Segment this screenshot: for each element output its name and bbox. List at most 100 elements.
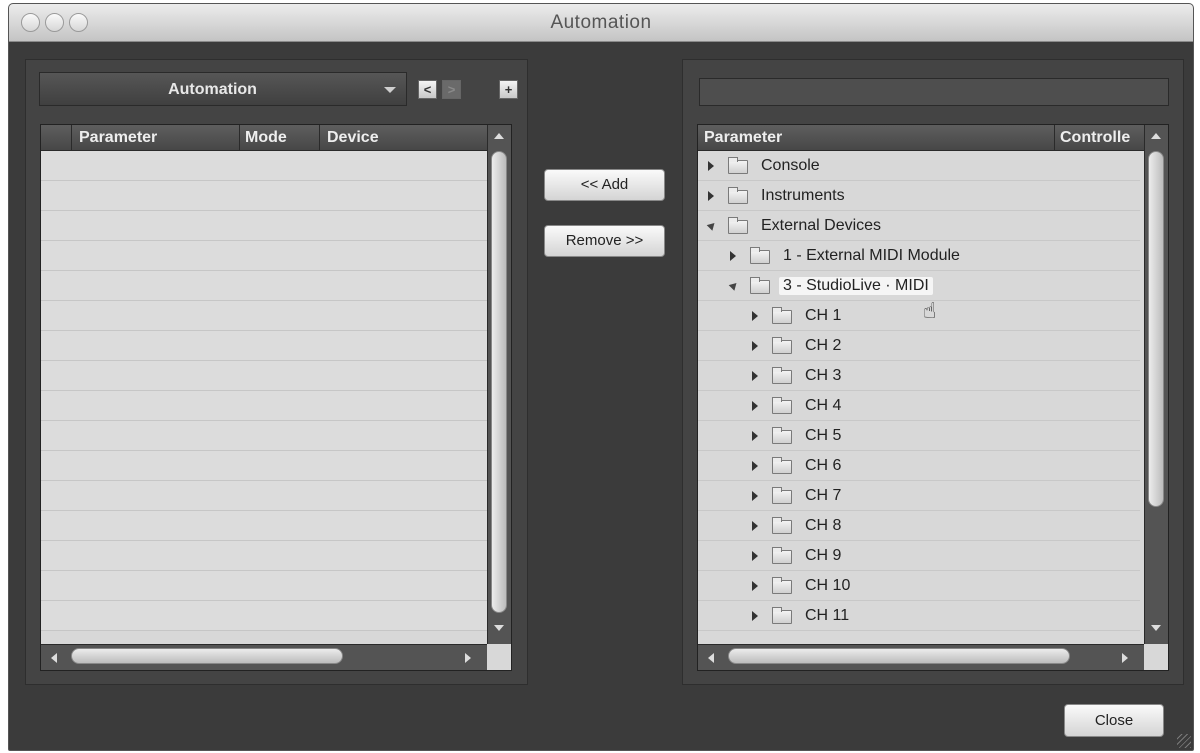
tree-item-label: CH 3 bbox=[805, 367, 842, 384]
automation-dropdown[interactable]: Automation bbox=[39, 72, 407, 106]
horizontal-scrollbar[interactable] bbox=[698, 644, 1144, 670]
scroll-right-icon[interactable] bbox=[465, 653, 471, 663]
table-row[interactable] bbox=[41, 571, 487, 601]
disclosure-expanded-icon[interactable] bbox=[706, 220, 718, 231]
scroll-up-icon[interactable] bbox=[494, 133, 504, 139]
header-separator bbox=[239, 125, 240, 151]
tree-row[interactable]: CH 11 bbox=[698, 601, 1140, 631]
tree-row[interactable]: External Devices bbox=[698, 211, 1140, 241]
folder-icon bbox=[772, 427, 792, 444]
tree-row[interactable]: CH 7 bbox=[698, 481, 1140, 511]
resize-grip-icon[interactable] bbox=[1177, 734, 1191, 748]
tree-row[interactable]: CH 9 bbox=[698, 541, 1140, 571]
disclosure-collapsed-icon[interactable] bbox=[752, 461, 758, 471]
scroll-up-icon[interactable] bbox=[1151, 133, 1161, 139]
folder-icon bbox=[750, 247, 770, 264]
table-row[interactable] bbox=[41, 541, 487, 571]
parameter-table: Parameter Controlle Console Instruments Ex… bbox=[697, 124, 1169, 671]
disclosure-collapsed-icon[interactable] bbox=[708, 161, 714, 171]
tree-row[interactable]: CH 8 bbox=[698, 511, 1140, 541]
column-header-controller[interactable]: Controlle bbox=[1060, 129, 1130, 147]
dropdown-label: Automation bbox=[168, 81, 257, 98]
table-row[interactable] bbox=[41, 271, 487, 301]
tree-item-label: CH 9 bbox=[805, 547, 842, 564]
folder-icon bbox=[728, 187, 748, 204]
disclosure-collapsed-icon[interactable] bbox=[752, 491, 758, 501]
scroll-thumb[interactable] bbox=[1148, 151, 1164, 507]
table-row[interactable] bbox=[41, 241, 487, 271]
parameter-search-input[interactable] bbox=[699, 78, 1169, 106]
next-button[interactable]: > bbox=[442, 80, 461, 99]
tree-item-label: CH 7 bbox=[805, 487, 842, 504]
scroll-right-icon[interactable] bbox=[1122, 653, 1128, 663]
table-row[interactable] bbox=[41, 601, 487, 631]
disclosure-collapsed-icon[interactable] bbox=[752, 371, 758, 381]
scroll-thumb[interactable] bbox=[491, 151, 507, 613]
disclosure-collapsed-icon[interactable] bbox=[752, 341, 758, 351]
folder-icon bbox=[772, 547, 792, 564]
header-separator bbox=[319, 125, 320, 151]
column-header-device[interactable]: Device bbox=[327, 129, 379, 147]
folder-icon bbox=[772, 607, 792, 624]
disclosure-collapsed-icon[interactable] bbox=[730, 251, 736, 261]
tree-row[interactable]: 3 - StudioLive · MIDI bbox=[698, 271, 1140, 301]
tree-row[interactable]: CH 6 bbox=[698, 451, 1140, 481]
tree-row[interactable]: Instruments bbox=[698, 181, 1140, 211]
previous-button[interactable]: < bbox=[418, 80, 437, 99]
column-header-parameter[interactable]: Parameter bbox=[79, 129, 157, 147]
disclosure-expanded-icon[interactable] bbox=[728, 280, 740, 291]
tree-item-label: Instruments bbox=[761, 187, 845, 204]
folder-icon bbox=[772, 307, 792, 324]
tree-row[interactable]: CH 2 bbox=[698, 331, 1140, 361]
automation-toolbar: Automation < > + bbox=[39, 72, 532, 108]
column-header-parameter[interactable]: Parameter bbox=[704, 129, 782, 147]
add-button[interactable]: << Add bbox=[544, 169, 665, 201]
scroll-down-icon[interactable] bbox=[1151, 625, 1161, 631]
scroll-thumb[interactable] bbox=[728, 648, 1070, 664]
disclosure-collapsed-icon[interactable] bbox=[752, 581, 758, 591]
scroll-left-icon[interactable] bbox=[51, 653, 57, 663]
remove-button[interactable]: Remove >> bbox=[544, 225, 665, 257]
title-bar: Automation bbox=[9, 4, 1193, 42]
disclosure-collapsed-icon[interactable] bbox=[708, 191, 714, 201]
tree-row[interactable]: CH 4 bbox=[698, 391, 1140, 421]
table-row[interactable] bbox=[41, 181, 487, 211]
table-row[interactable] bbox=[41, 481, 487, 511]
table-row[interactable] bbox=[41, 331, 487, 361]
disclosure-collapsed-icon[interactable] bbox=[752, 431, 758, 441]
vertical-scrollbar[interactable] bbox=[1144, 125, 1168, 644]
disclosure-collapsed-icon[interactable] bbox=[752, 401, 758, 411]
table-row[interactable] bbox=[41, 421, 487, 451]
scroll-down-icon[interactable] bbox=[494, 625, 504, 631]
folder-icon bbox=[772, 457, 792, 474]
scroll-left-icon[interactable] bbox=[708, 653, 714, 663]
add-automation-button[interactable]: + bbox=[499, 80, 518, 99]
tree-item-label: 3 - StudioLive · MIDI bbox=[779, 277, 933, 295]
tree-row[interactable]: CH 1 bbox=[698, 301, 1140, 331]
tree-row[interactable]: Console bbox=[698, 151, 1140, 181]
disclosure-collapsed-icon[interactable] bbox=[752, 311, 758, 321]
disclosure-collapsed-icon[interactable] bbox=[752, 551, 758, 561]
horizontal-scrollbar[interactable] bbox=[41, 644, 487, 670]
tree-item-label: CH 8 bbox=[805, 517, 842, 534]
scroll-thumb[interactable] bbox=[71, 648, 343, 664]
table-row[interactable] bbox=[41, 391, 487, 421]
table-row[interactable] bbox=[41, 511, 487, 541]
tree-row[interactable]: CH 10 bbox=[698, 571, 1140, 601]
column-header-mode[interactable]: Mode bbox=[245, 129, 287, 147]
tree-item-label: CH 1 bbox=[805, 307, 842, 324]
table-row[interactable] bbox=[41, 211, 487, 241]
disclosure-collapsed-icon[interactable] bbox=[752, 521, 758, 531]
table-row[interactable] bbox=[41, 361, 487, 391]
tree-item-label: 1 - External MIDI Module bbox=[783, 247, 960, 264]
vertical-scrollbar[interactable] bbox=[487, 125, 511, 644]
table-row[interactable] bbox=[41, 451, 487, 481]
tree-row[interactable]: CH 3 bbox=[698, 361, 1140, 391]
tree-item-label: External Devices bbox=[761, 217, 882, 234]
table-row[interactable] bbox=[41, 151, 487, 181]
disclosure-collapsed-icon[interactable] bbox=[752, 611, 758, 621]
tree-row[interactable]: 1 - External MIDI Module bbox=[698, 241, 1140, 271]
close-button[interactable]: Close bbox=[1064, 704, 1164, 737]
tree-row[interactable]: CH 5 bbox=[698, 421, 1140, 451]
table-row[interactable] bbox=[41, 301, 487, 331]
